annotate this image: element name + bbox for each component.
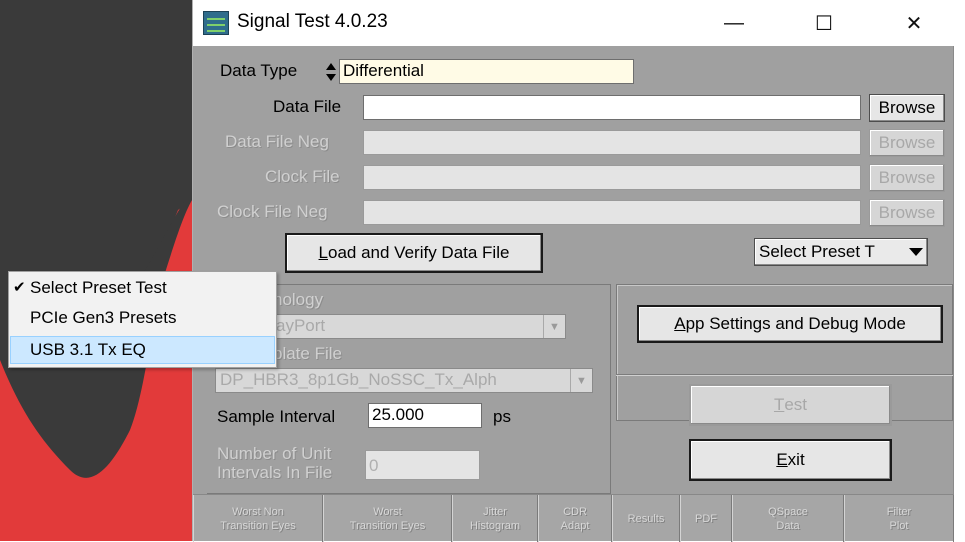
- load-verify-button[interactable]: Load and Verify Data File: [285, 233, 543, 273]
- tab-pdf[interactable]: PDF: [680, 495, 732, 542]
- signal-test-window: Signal Test 4.0.23 — ☐ ✕ Data Type Diffe…: [192, 0, 954, 542]
- tab-cdr-adapt[interactable]: CDR Adapt: [538, 495, 612, 542]
- data-file-browse-button[interactable]: Browse: [869, 94, 945, 122]
- checkmark-icon: ✔: [13, 279, 26, 296]
- template-dropdown-arrow-icon: ▼: [570, 369, 592, 392]
- maximize-button[interactable]: ☐: [793, 0, 855, 46]
- technology-dropdown-arrow-icon: ▼: [543, 315, 565, 338]
- clock-file-input: [363, 165, 861, 190]
- num-ui-label: Number of Unit Intervals In File: [217, 444, 332, 482]
- data-type-field[interactable]: Differential: [339, 59, 634, 84]
- app-settings-label: pp Settings and Debug Mode: [685, 314, 906, 333]
- sample-interval-input[interactable]: 25.000: [368, 403, 482, 428]
- data-file-neg-label: Data File Neg: [225, 132, 329, 151]
- clock-file-browse-button: Browse: [869, 164, 945, 192]
- clock-file-label: Clock File: [265, 167, 340, 186]
- num-ui-input: 0: [365, 450, 480, 480]
- clock-file-neg-label: Clock File Neg: [217, 202, 328, 221]
- menu-item-label: PCIe Gen3 Presets: [30, 308, 177, 327]
- sample-interval-unit: ps: [493, 407, 511, 426]
- exit-button[interactable]: Exit: [689, 439, 892, 481]
- load-verify-mnemonic: L: [318, 243, 328, 262]
- select-preset-dropdown[interactable]: Select Preset T: [754, 238, 928, 266]
- test-button: Test: [689, 384, 892, 426]
- menu-item-label: Select Preset Test: [30, 278, 167, 297]
- app-icon: [203, 11, 229, 35]
- exit-mnemonic: E: [776, 450, 788, 469]
- results-tab-bar: Worst Non Transition Eyes Worst Transition…: [193, 494, 954, 542]
- tab-filter-plot[interactable]: Filter Plot: [844, 495, 954, 542]
- tab-worst-transition-eyes[interactable]: Worst Transition Eyes: [323, 495, 452, 542]
- num-ui-label-line1: Number of Unit: [217, 444, 332, 463]
- client-area: Data Type Differential Data File Browse …: [193, 46, 954, 542]
- template-file-label: plate File: [273, 344, 342, 363]
- test-label: est: [784, 395, 808, 414]
- window-title: Signal Test 4.0.23: [237, 11, 388, 32]
- app-settings-mnemonic: A: [674, 314, 686, 333]
- tab-worst-non-transition-eyes[interactable]: Worst Non Transition Eyes: [193, 495, 323, 542]
- template-file-value: DP_HBR3_8p1Gb_NoSSC_Tx_Alph: [220, 370, 497, 389]
- exit-label: xit: [787, 450, 805, 469]
- data-type-spinner-icon[interactable]: [325, 62, 337, 82]
- technology-value: ayPort: [276, 316, 326, 335]
- tab-jitter-histogram[interactable]: Jitter Histogram: [452, 495, 538, 542]
- menu-item-usb31-tx-eq[interactable]: USB 3.1 Tx EQ: [10, 336, 275, 364]
- test-mnemonic: T: [773, 395, 785, 414]
- data-file-input[interactable]: [363, 95, 861, 120]
- close-button[interactable]: ✕: [883, 0, 945, 46]
- clock-file-neg-input: [363, 200, 861, 225]
- clock-file-neg-browse-button: Browse: [869, 199, 945, 227]
- menu-item-pcie-gen3-presets[interactable]: PCIe Gen3 Presets: [10, 304, 275, 332]
- title-bar[interactable]: Signal Test 4.0.23 — ☐ ✕: [193, 0, 954, 46]
- tab-qspace-data[interactable]: QSpace Data: [732, 495, 844, 542]
- load-verify-label: oad and Verify Data File: [328, 243, 510, 262]
- app-settings-button[interactable]: App Settings and Debug Mode: [637, 305, 943, 343]
- chevron-down-icon: [909, 248, 923, 256]
- data-file-neg-browse-button: Browse: [869, 129, 945, 157]
- minimize-button[interactable]: —: [703, 0, 765, 46]
- menu-item-label: USB 3.1 Tx EQ: [30, 340, 146, 359]
- sample-interval-label: Sample Interval: [217, 407, 336, 426]
- data-file-label: Data File: [273, 97, 342, 116]
- num-ui-label-line2: Intervals In File: [217, 463, 333, 482]
- tab-results[interactable]: Results: [612, 495, 680, 542]
- technology-label: nology: [273, 290, 324, 309]
- data-file-neg-input: [363, 130, 861, 155]
- template-file-select: DP_HBR3_8p1Gb_NoSSC_Tx_Alph ▼: [215, 368, 593, 393]
- data-type-label: Data Type: [220, 61, 298, 80]
- menu-item-select-preset-test[interactable]: ✔ Select Preset Test: [10, 274, 275, 302]
- preset-context-menu: ✔ Select Preset Test PCIe Gen3 Presets U…: [8, 271, 277, 368]
- select-preset-label: Select Preset T: [759, 242, 875, 261]
